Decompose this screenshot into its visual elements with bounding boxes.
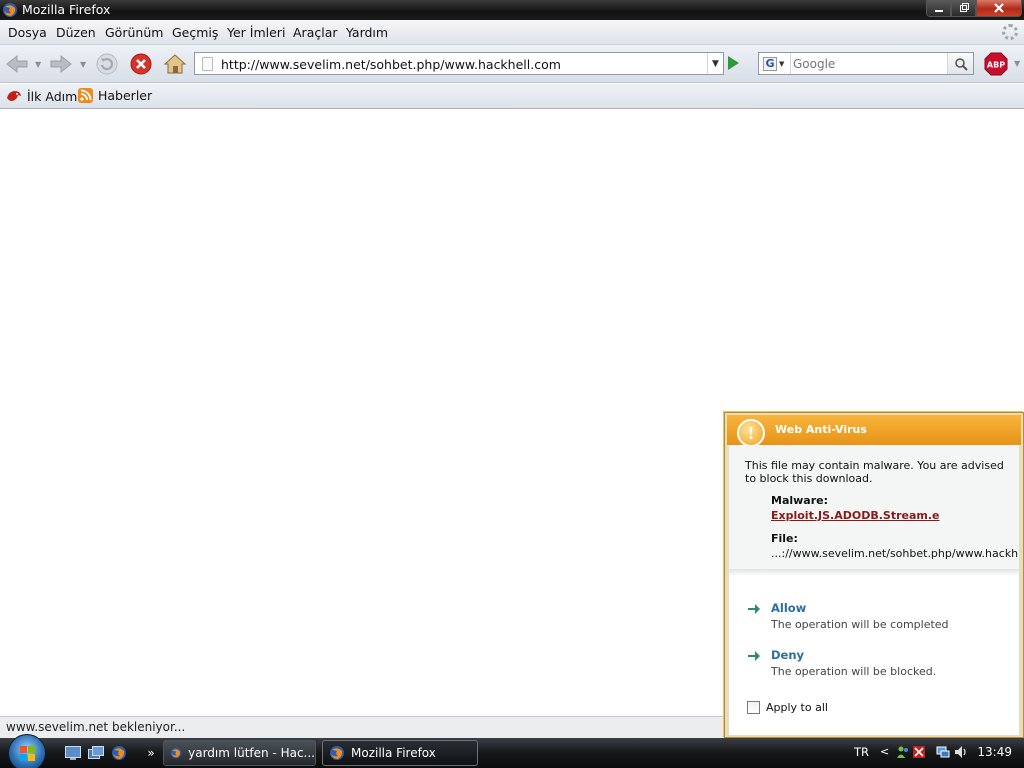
forward-history-dropdown-icon[interactable]: ▼ — [80, 60, 88, 69]
firefox-icon — [170, 747, 182, 759]
file-label: File: — [771, 532, 798, 545]
warning-message: This file may contain malware. You are a… — [745, 459, 1004, 485]
home-icon — [163, 54, 187, 74]
desktop-icon — [65, 746, 81, 760]
system-tray: TR < 13:49 — [844, 738, 1024, 768]
allow-title[interactable]: Allow — [771, 601, 806, 615]
bookmark-haberler[interactable]: Haberler — [78, 88, 152, 103]
abp-dropdown-icon[interactable]: ▼ — [1014, 59, 1022, 68]
url-dropdown-icon[interactable]: ▼ — [707, 53, 723, 74]
engine-dropdown-icon: ▼ — [779, 59, 785, 68]
deny-description: The operation will be blocked. — [771, 665, 937, 678]
taskbar-button-firefox[interactable]: Mozilla Firefox — [322, 740, 478, 766]
abp-label: ABP — [987, 61, 1005, 70]
menu-duzen[interactable]: Düzen — [56, 25, 96, 40]
deny-title[interactable]: Deny — [771, 648, 804, 662]
navigation-toolbar: ▼ ▼ http://www.sevelim.net/sohbet.php/ww… — [0, 45, 1024, 83]
search-bar: G ▼ — [758, 52, 974, 75]
bookmarks-toolbar: İlk Adım Haberler — [0, 84, 1024, 109]
checkbox-box[interactable] — [747, 701, 760, 714]
language-indicator[interactable]: TR — [854, 745, 869, 759]
firefox-bookmark-icon — [7, 91, 21, 101]
show-desktop-button[interactable] — [64, 744, 82, 762]
network-icon[interactable] — [936, 745, 950, 759]
loading-throbber-icon — [1002, 24, 1018, 40]
taskbar-button-label: Mozilla Firefox — [351, 746, 436, 760]
menu-bar: Dosya Düzen Görünüm Geçmiş Yer İmleri Ar… — [0, 20, 1024, 45]
bookmark-label: Haberler — [98, 88, 153, 103]
window-title: Mozilla Firefox — [22, 2, 111, 17]
bookmark-ilk-adim[interactable]: İlk Adım — [6, 88, 77, 104]
taskbar-button-forum[interactable]: yardım lütfen - Hac... — [163, 740, 316, 766]
quicklaunch-overflow-icon[interactable]: » — [142, 744, 160, 762]
forward-arrow-icon — [50, 54, 72, 74]
search-input[interactable] — [793, 55, 943, 72]
divider — [729, 569, 1019, 575]
minimize-button[interactable] — [926, 0, 951, 17]
threat-info: This file may contain malware. You are a… — [729, 445, 1019, 569]
malware-name-link[interactable]: Exploit.JS.ADODB.Stream.e — [771, 509, 940, 522]
stop-button[interactable] — [128, 51, 154, 77]
menu-dosya[interactable]: Dosya — [8, 25, 47, 40]
menu-yardim[interactable]: Yardım — [346, 25, 388, 40]
close-button[interactable] — [976, 0, 1022, 17]
menu-gecmis[interactable]: Geçmiş — [172, 25, 218, 40]
menu-araclar[interactable]: Araçlar — [293, 25, 338, 40]
reload-button[interactable] — [94, 51, 120, 77]
start-button[interactable] — [8, 734, 46, 768]
bookmark-label: İlk Adım — [27, 88, 78, 104]
security-warning-icon[interactable] — [912, 745, 926, 759]
volume-icon[interactable] — [954, 745, 968, 759]
firefox-icon — [112, 746, 126, 760]
search-engine-selector[interactable]: G ▼ — [759, 53, 791, 74]
url-text[interactable]: http://www.sevelim.net/sohbet.php/www.ha… — [221, 57, 561, 72]
arrow-right-icon — [748, 604, 760, 614]
go-button[interactable] — [728, 56, 739, 70]
taskbar-button-label: yardım lütfen - Hac... — [188, 746, 315, 760]
restore-icon — [959, 3, 969, 12]
firefox-quicklaunch[interactable] — [110, 744, 128, 762]
allow-description: The operation will be completed — [771, 618, 949, 631]
popup-body: This file may contain malware. You are a… — [729, 445, 1019, 735]
search-button[interactable] — [947, 53, 973, 74]
google-icon: G — [763, 56, 777, 71]
search-icon — [954, 57, 968, 71]
back-arrow-icon — [6, 54, 28, 74]
tray-chevron-icon[interactable]: < — [880, 745, 894, 759]
malware-label: Malware: — [771, 494, 829, 507]
file-path: ...://www.sevelim.net/sohbet.php/www.hac… — [771, 547, 1019, 560]
reload-icon — [96, 53, 118, 75]
minimize-icon — [934, 10, 943, 12]
close-icon — [994, 3, 1004, 13]
antivirus-popup: ! Web Anti-Virus This file may contain m… — [724, 412, 1024, 738]
adblock-plus-icon[interactable]: ABP — [984, 52, 1008, 76]
apply-to-all-label: Apply to all — [766, 701, 828, 714]
firefox-icon — [3, 3, 17, 17]
switch-windows-button[interactable] — [87, 744, 105, 762]
apply-to-all-checkbox[interactable]: Apply to all — [747, 701, 828, 714]
home-button[interactable] — [162, 51, 188, 77]
back-history-dropdown-icon[interactable]: ▼ — [35, 60, 43, 69]
users-icon[interactable] — [896, 745, 910, 759]
url-bar[interactable]: http://www.sevelim.net/sohbet.php/www.ha… — [194, 52, 724, 75]
forward-button[interactable] — [48, 51, 74, 77]
firefox-icon — [330, 746, 344, 760]
warning-icon: ! — [737, 419, 765, 447]
taskbar: » yardım lütfen - Hac... Mozilla Firefox… — [0, 734, 1024, 768]
menu-yer-imleri[interactable]: Yer İmleri — [227, 25, 285, 40]
switch-windows-icon — [88, 746, 104, 759]
clock[interactable]: 13:49 — [977, 745, 1012, 759]
rss-feed-icon — [78, 88, 93, 103]
stop-icon — [130, 53, 152, 75]
windows-logo-icon — [20, 746, 35, 761]
maximize-button[interactable] — [951, 0, 976, 17]
status-text: www.sevelim.net bekleniyor... — [6, 720, 186, 734]
menu-gorunum[interactable]: Görünüm — [105, 25, 163, 40]
page-icon — [202, 57, 213, 71]
popup-title: Web Anti-Virus — [775, 423, 867, 436]
popup-header: ! Web Anti-Virus — [727, 415, 1021, 447]
back-button[interactable] — [4, 51, 30, 77]
arrow-right-icon — [748, 651, 760, 661]
title-bar: Mozilla Firefox — [0, 0, 1024, 20]
